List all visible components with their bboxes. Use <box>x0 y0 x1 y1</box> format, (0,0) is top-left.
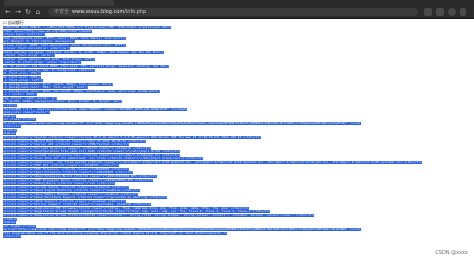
source-line-text: </td></tr> <box>3 125 22 129</box>
source-line-text: <tr><td class="e">Zend Signal Handling <… <box>3 189 141 193</box>
source-line-text: .p {text-align: left;} <box>3 79 43 83</box>
source-line-text: <!DOCTYPE html PUBLIC "-//W3C//DTD XHTML… <box>3 26 171 29</box>
source-line-text: <tr><td class="e">Build Date </td><td cl… <box>3 139 146 143</box>
source-line-text: <tr><td class="e">Thread Safety </td><td… <box>3 185 130 189</box>
source-line-text: td, th {border: 1px solid #666; font-siz… <box>3 65 170 69</box>
source-line-text: <tr class="v"><td> <box>3 224 36 228</box>
source-line-text: h1 {font-size: 150%;} <box>3 72 41 76</box>
source-line-text: .center {text-align: center;} <box>3 54 56 58</box>
source-line-text: </table> <box>3 128 18 132</box>
reload-icon[interactable]: ↻ <box>24 8 32 16</box>
source-line-text: img {float: right; border: 0;} <box>3 96 58 100</box>
source-line-text: <tr><td class="e">Virtual Directory Supp… <box>3 146 152 150</box>
profile-avatar[interactable] <box>448 8 456 16</box>
not-secure-label: 不安全 <box>54 9 70 15</box>
source-line-text: <body><div class="center"> <box>3 111 50 115</box>
source-line-text: <tr><td class="e">Loaded Configuration F… <box>3 153 181 157</box>
browser-toolbar: ← → ↻ ⌂ 不安全 www.sssuu.blog.com/info.php <box>0 6 474 19</box>
source-line-text: <tr><td class="e">PHP Extension Build </… <box>3 178 153 182</box>
source-line-text: <table> <box>3 114 16 118</box>
source-line-text: <style type="text/css"> <box>3 33 45 37</box>
source-line-text: <tr><td class="e">Zend Extension </td><t… <box>3 171 134 175</box>
source-line-text: <tr><td class="e">Registered Stream Filt… <box>3 213 314 217</box>
source-line-text: .h {background-color: #99c; font-weight:… <box>3 86 88 90</box>
extensions-icon[interactable] <box>424 8 432 16</box>
source-line[interactable]: </td></tr> <box>3 235 471 239</box>
source-line-text: <a href="http://www.php.net/"><img borde… <box>3 121 361 125</box>
source-line-text: </style> <box>3 104 18 108</box>
source-line-text: <tr><td class="e">Registered PHP Streams… <box>3 206 249 210</box>
source-line-text: <tr><td class="e">PHP API </td><td class… <box>3 164 119 168</box>
source-line-text: a:link {color: #009; text-decoration: no… <box>3 43 126 47</box>
source-line-text: <tr><td class="e">Debug Build </td><td c… <box>3 182 115 186</box>
source-line-text: body {background-color: #fff; color: #22… <box>3 36 126 40</box>
source-line-text: <tr><td class="e">Server API </td><td cl… <box>3 143 130 147</box>
back-arrow-icon[interactable]: ← <box>4 8 12 16</box>
csdn-watermark: CSDN @xxxx <box>435 250 468 256</box>
checkbox-box[interactable]: ☐ <box>3 20 7 25</box>
source-line-text: <tr><td class="e">PHP Extension </td><td… <box>3 167 130 171</box>
forward-arrow-icon[interactable]: → <box>14 8 22 16</box>
source-line-text: <tr><td class="e">Registered Stream Sock… <box>3 210 271 214</box>
source-line-text: th {position: sticky; top: 0; background… <box>3 68 96 72</box>
source-line-text: .v i {color: #999;} <box>3 93 38 97</box>
source-line-text: h2 {font-size: 125%;} <box>3 75 41 79</box>
source-line-text: <tr><td class="e">Additional .ini files … <box>3 160 423 164</box>
source-line-text: <tr><td class="e">Scan this dir for addi… <box>3 157 204 161</box>
source-line-text: .v {background-color: #ddd; max-width: 3… <box>3 89 161 93</box>
source-line-text: <tr><td class="e">Zend Extension Build <… <box>3 174 157 178</box>
source-line-text: <tr><td class="e">Zend Memory Manager </… <box>3 192 139 196</box>
url-path: /info.php <box>124 9 147 15</box>
source-line-text: a:hover {text-decoration: underline;} <box>3 47 70 51</box>
source-line-text: hr {width: 934px; background-color: #ccc… <box>3 100 123 104</box>
line-wrap-label: 自动换行 <box>7 20 24 25</box>
source-line-text: <title>PHP 7.4.3 - phpinfo()</title><met… <box>3 107 188 111</box>
source-line-text: pre {margin: 0; font-family: monospace;} <box>3 40 76 44</box>
home-icon[interactable]: ⌂ <box>34 8 42 16</box>
source-line-text: table {border-collapse: collapse; border… <box>3 50 164 54</box>
source-line-text: <tr><td class="e">Configuration File (ph… <box>3 150 181 154</box>
source-line-text: <html xmlns="http://www.w3.org/1999/xhtm… <box>3 29 92 33</box>
source-line-text: <tr><td class="e">System </td><td class=… <box>3 135 262 139</box>
view-source-page: ☐ 自动换行 <!DOCTYPE html PUBLIC "-//W3C//DT… <box>0 19 474 258</box>
source-line-text: <tr><td class="e">DTrace Support </td><t… <box>3 203 152 207</box>
source-line-text: This program makes use of the Zend Scrip… <box>3 231 227 235</box>
menu-icon[interactable] <box>460 8 466 16</box>
source-line-text: <table> <box>3 132 16 136</box>
source-line-text: .center th {text-align: center !importan… <box>3 61 81 65</box>
address-bar[interactable]: 不安全 www.sssuu.blog.com/info.php <box>48 8 418 16</box>
source-code[interactable]: <!DOCTYPE html PUBLIC "-//W3C//DTD XHTML… <box>3 26 471 239</box>
source-line-text: <tr><td class="e">IPv6 Support </td><td … <box>3 199 126 203</box>
source-line-text: <table> <box>3 221 16 225</box>
bookmark-icon[interactable] <box>436 8 444 16</box>
source-line-text: .center table {margin: 1em auto; text-al… <box>3 57 96 61</box>
source-line-text: <tr class="h"><td> <box>3 118 36 122</box>
source-line-text: </table> <box>3 217 18 221</box>
source-line-text: .e {background-color: #ccf; width: 300px… <box>3 82 114 86</box>
source-line-text: <tr><td class="e">Zend Multibyte Support… <box>3 196 168 200</box>
source-line-text: </td></tr> <box>3 235 22 239</box>
source-line-text: <a href="http://www.zend.com/"><img bord… <box>3 228 361 232</box>
url-host: www.sssuu.blog.com <box>72 9 125 15</box>
